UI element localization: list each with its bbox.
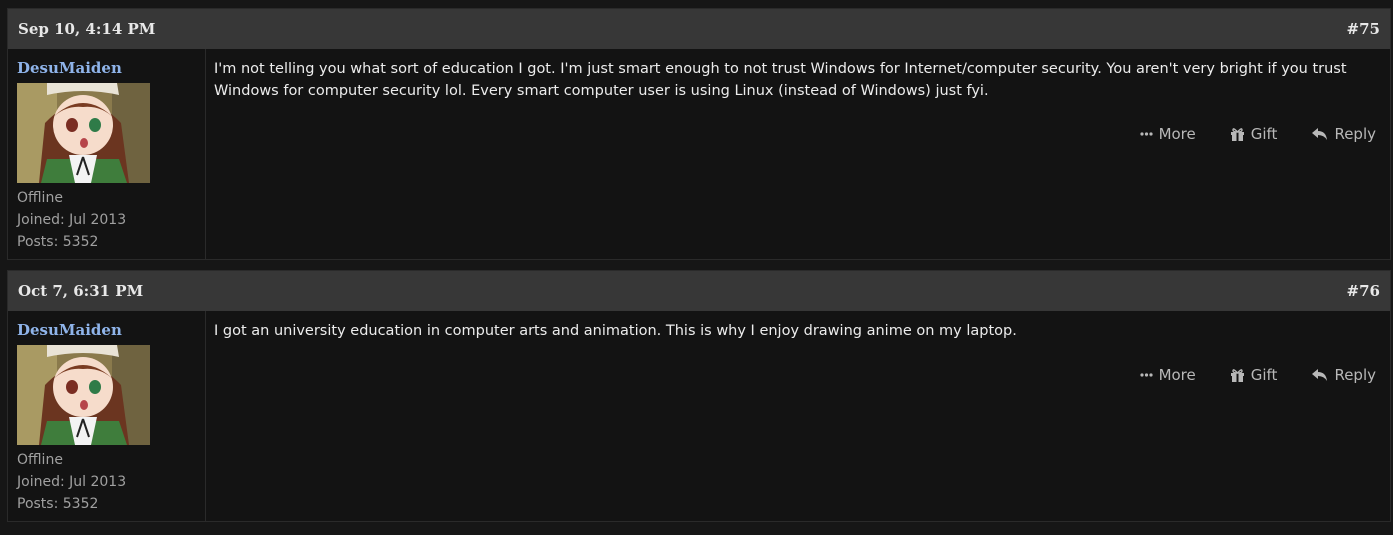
author-panel: DesuMaiden Offline Joined: Jul 2013 Post… xyxy=(8,49,206,259)
post-message: I'm not telling you what sort of educati… xyxy=(214,61,1347,99)
post-body: DesuMaiden Offline Joined: Jul 2013 Post… xyxy=(8,49,1390,259)
post-number[interactable]: #76 xyxy=(1347,282,1380,300)
author-panel: DesuMaiden Offline Joined: Jul 2013 Post… xyxy=(8,311,206,521)
post-actions: More Gift Reply xyxy=(1139,366,1376,384)
gift-button[interactable]: Gift xyxy=(1230,366,1278,384)
more-label: More xyxy=(1158,125,1196,143)
gift-label: Gift xyxy=(1250,366,1278,384)
author-post-count: Posts: 5352 xyxy=(17,496,99,512)
reply-icon xyxy=(1312,128,1328,140)
post-date[interactable]: Sep 10, 4:14 PM xyxy=(18,20,155,38)
post-header: Oct 7, 6:31 PM #76 xyxy=(8,271,1390,311)
post-content: I got an university education in compute… xyxy=(206,311,1390,521)
post-content: I'm not telling you what sort of educati… xyxy=(206,49,1390,259)
author-name[interactable]: DesuMaiden xyxy=(17,321,205,339)
ellipsis-icon xyxy=(1139,132,1153,136)
gift-icon xyxy=(1230,127,1244,141)
more-label: More xyxy=(1158,366,1196,384)
reply-button[interactable]: Reply xyxy=(1311,366,1376,384)
post-header: Sep 10, 4:14 PM #75 xyxy=(8,9,1390,49)
forum-post: Sep 10, 4:14 PM #75 DesuMaiden Offline J… xyxy=(7,8,1391,260)
more-button[interactable]: More xyxy=(1139,366,1196,384)
gift-label: Gift xyxy=(1250,125,1278,143)
post-actions: More Gift Reply xyxy=(1139,125,1376,143)
avatar[interactable] xyxy=(17,83,150,183)
author-meta: Offline Joined: Jul 2013 Posts: 5352 xyxy=(17,187,205,253)
post-thread: Sep 10, 4:14 PM #75 DesuMaiden Offline J… xyxy=(0,0,1393,535)
gift-icon xyxy=(1230,368,1244,382)
forum-post: Oct 7, 6:31 PM #76 DesuMaiden Offline Jo… xyxy=(7,270,1391,522)
reply-icon xyxy=(1312,369,1328,381)
author-joined: Joined: Jul 2013 xyxy=(17,474,127,490)
ellipsis-icon xyxy=(1139,373,1153,377)
avatar[interactable] xyxy=(17,345,150,445)
post-message: I got an university education in compute… xyxy=(214,323,1017,339)
post-number[interactable]: #75 xyxy=(1347,20,1380,38)
post-date[interactable]: Oct 7, 6:31 PM xyxy=(18,282,143,300)
reply-label: Reply xyxy=(1334,125,1376,143)
author-status: Offline xyxy=(17,452,63,468)
gift-button[interactable]: Gift xyxy=(1230,125,1278,143)
post-body: DesuMaiden Offline Joined: Jul 2013 Post… xyxy=(8,311,1390,521)
reply-button[interactable]: Reply xyxy=(1311,125,1376,143)
author-joined: Joined: Jul 2013 xyxy=(17,212,127,228)
reply-label: Reply xyxy=(1334,366,1376,384)
more-button[interactable]: More xyxy=(1139,125,1196,143)
author-meta: Offline Joined: Jul 2013 Posts: 5352 xyxy=(17,449,205,515)
author-post-count: Posts: 5352 xyxy=(17,234,99,250)
author-status: Offline xyxy=(17,190,63,206)
author-name[interactable]: DesuMaiden xyxy=(17,59,205,77)
